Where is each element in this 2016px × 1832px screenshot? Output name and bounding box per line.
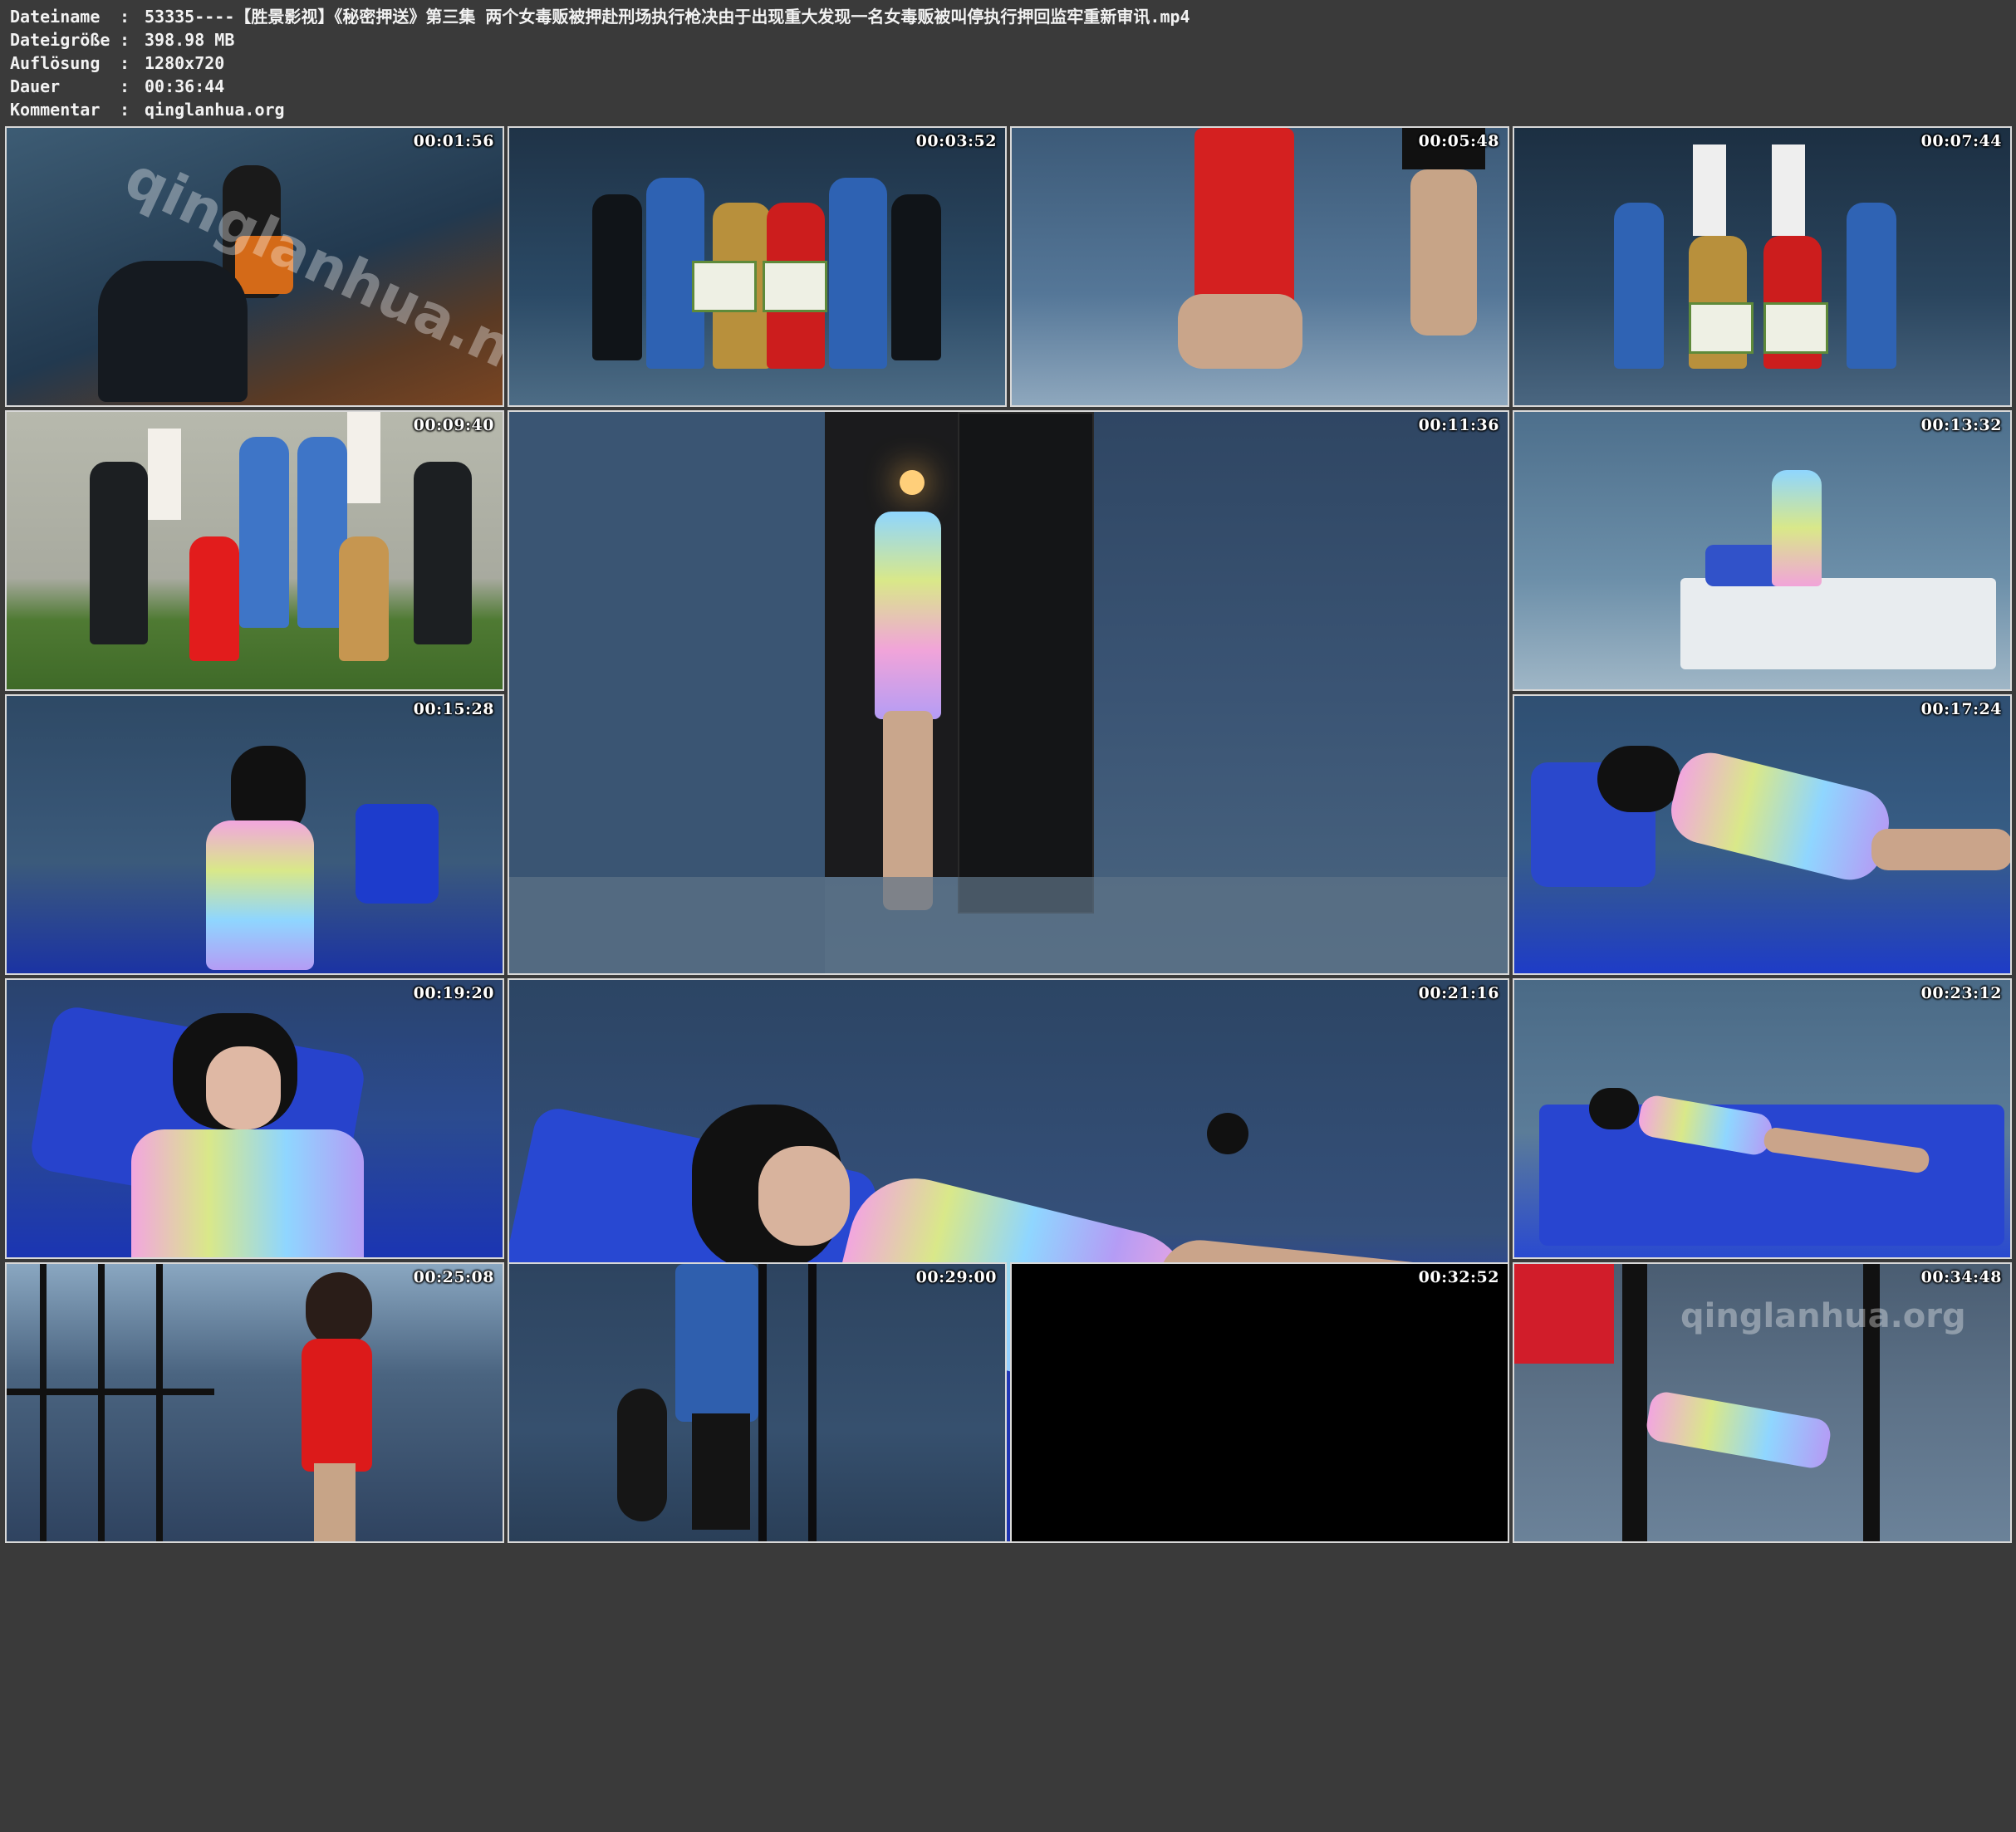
figure-shape [1871, 829, 2010, 870]
bed-shape [1680, 578, 1996, 669]
figure-shape [1410, 169, 1477, 336]
door-shape [958, 412, 1094, 914]
figure-shape [758, 1146, 850, 1246]
figure-shape [1664, 746, 1896, 887]
sign-board-shape [692, 261, 757, 312]
bars-shape [40, 1264, 47, 1541]
thumbnail-timestamp: 00:09:40 [413, 416, 494, 434]
bars-shape [808, 1264, 817, 1541]
lamp-shape [900, 470, 925, 495]
pillow-shape [356, 804, 439, 904]
figure-shape [98, 261, 248, 402]
thumbnail-timestamp: 00:29:00 [915, 1268, 997, 1286]
figure-shape [302, 1339, 372, 1472]
figure-shape [1772, 470, 1822, 586]
figure-shape [314, 1463, 356, 1541]
thumbnail-frame[interactable]: qinglanhua.net 00:01:56 [5, 126, 504, 407]
figure-shape [891, 194, 941, 360]
figure-shape [1514, 1264, 1614, 1364]
thumbnail-frame[interactable]: 00:03:52 [508, 126, 1007, 407]
thumbnail-frame[interactable]: 00:05:48 [1010, 126, 1509, 407]
figure-shape [692, 1413, 750, 1530]
thumbnail-frame[interactable]: 00:07:44 [1513, 126, 2012, 407]
thumbnail-frame[interactable]: 00:25:08 [5, 1262, 504, 1543]
thumbnail-timestamp: 00:32:52 [1418, 1268, 1499, 1286]
figure-shape [206, 1046, 281, 1129]
thumbnail-frame[interactable]: 00:15:28 [5, 694, 504, 975]
figure-shape [306, 1272, 372, 1347]
bars-shape [98, 1264, 105, 1541]
thumbnail-frame[interactable]: 00:13:32 [1513, 410, 2012, 691]
figure-shape [414, 462, 472, 644]
thumbnail-timestamp: 00:15:28 [413, 700, 494, 718]
wall-vent-shape [1207, 1113, 1248, 1154]
figure-shape [90, 462, 148, 644]
sign-board-shape [1763, 302, 1828, 354]
thumbnail-grid: qinglanhua.net 00:01:56 00:03:52 00:05:4… [0, 0, 2016, 1832]
thumbnail-frame[interactable]: 00:29:00 [508, 1262, 1007, 1543]
thumbnail-frame[interactable]: 00:17:24 [1513, 694, 2012, 975]
thumbnail-frame[interactable]: 00:23:12 [1513, 978, 2012, 1259]
bars-shape [1622, 1264, 1647, 1541]
thumbnail-timestamp: 00:23:12 [1920, 984, 2002, 1002]
figure-shape [1178, 294, 1302, 369]
figure-shape [1847, 203, 1896, 369]
thumbnail-timestamp: 00:01:56 [413, 132, 494, 150]
thumbnail-timestamp: 00:13:32 [1920, 416, 2002, 434]
thumbnail-frame[interactable]: qinglanhua.org 00:34:48 [1513, 1262, 2012, 1543]
sign-shape [1693, 145, 1726, 236]
thumbnail-frame[interactable]: 00:32:52 [1010, 1262, 1509, 1543]
figure-shape [829, 178, 887, 369]
figure-shape [1589, 1088, 1639, 1129]
figure-shape [339, 536, 389, 661]
sign-shape [1772, 145, 1805, 236]
figure-shape [592, 194, 642, 360]
figure-shape [1597, 746, 1680, 812]
sign-board-shape [763, 261, 827, 312]
thumbnail-timestamp: 00:05:48 [1418, 132, 1499, 150]
figure-shape [675, 1264, 758, 1422]
thumbnail-timestamp: 00:19:20 [413, 984, 494, 1002]
thumbnail-frame[interactable]: 00:19:20 [5, 978, 504, 1259]
sign-shape [148, 429, 181, 520]
figure-shape [131, 1129, 364, 1257]
thumbnail-timestamp: 00:34:48 [1920, 1268, 2002, 1286]
figure-shape [875, 512, 941, 719]
figure-shape [189, 536, 239, 661]
bars-shape [156, 1264, 163, 1541]
thumbnail-timestamp: 00:03:52 [915, 132, 997, 150]
thumbnail-timestamp: 00:11:36 [1418, 416, 1499, 434]
watermark-text: qinglanhua.org [1680, 1297, 1966, 1335]
figure-shape [206, 820, 314, 970]
thumbnail-timestamp: 00:07:44 [1920, 132, 2002, 150]
bars-shape [758, 1264, 767, 1541]
thumbnail-timestamp: 00:21:16 [1418, 984, 1499, 1002]
thumbnail-timestamp: 00:25:08 [413, 1268, 494, 1286]
bars-shape [7, 1389, 214, 1395]
sign-shape [347, 412, 380, 503]
figure-shape [1644, 1389, 1833, 1471]
thumbnail-timestamp: 00:17:24 [1920, 700, 2002, 718]
sign-board-shape [1689, 302, 1754, 354]
thumbnail-frame[interactable]: 00:09:40 [5, 410, 504, 691]
thumbnail-frame[interactable]: 00:11:36 [508, 410, 1509, 975]
floor-shape [509, 877, 1508, 973]
figure-shape [1614, 203, 1664, 369]
figure-shape [239, 437, 289, 628]
figure-shape [617, 1389, 667, 1521]
